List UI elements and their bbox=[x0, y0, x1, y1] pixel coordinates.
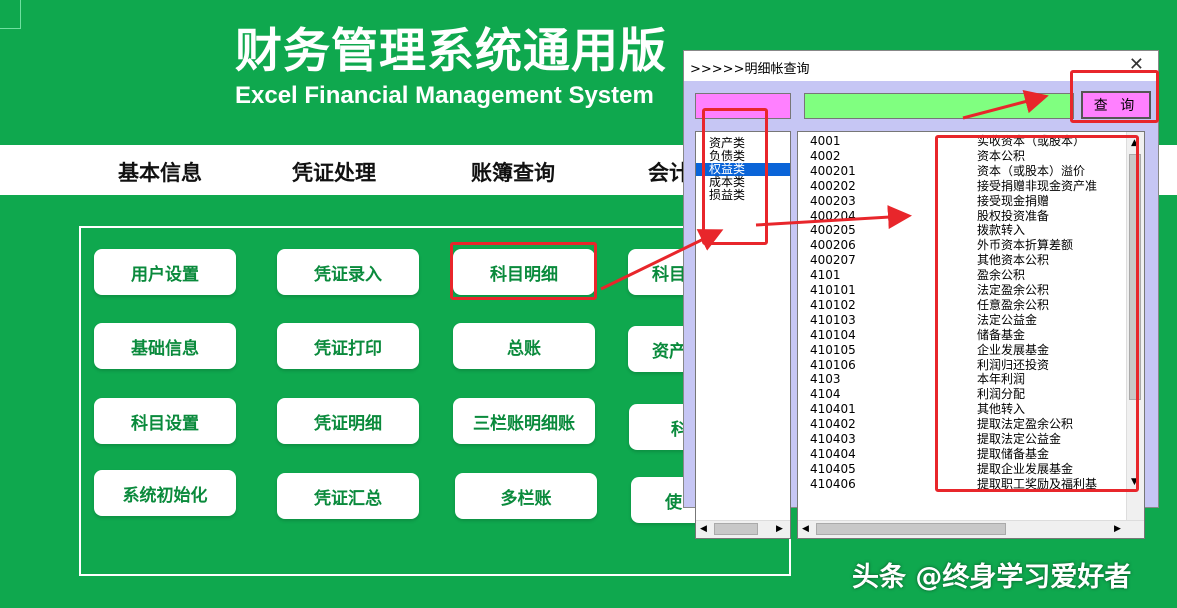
arrow-to-accounts bbox=[755, 205, 912, 230]
arrow-to-category bbox=[600, 229, 724, 291]
arrow-to-query bbox=[962, 89, 1049, 120]
annotation-arrows bbox=[600, 89, 1049, 291]
watermark-text: 头条 @终身学习爱好者 bbox=[852, 562, 1132, 593]
